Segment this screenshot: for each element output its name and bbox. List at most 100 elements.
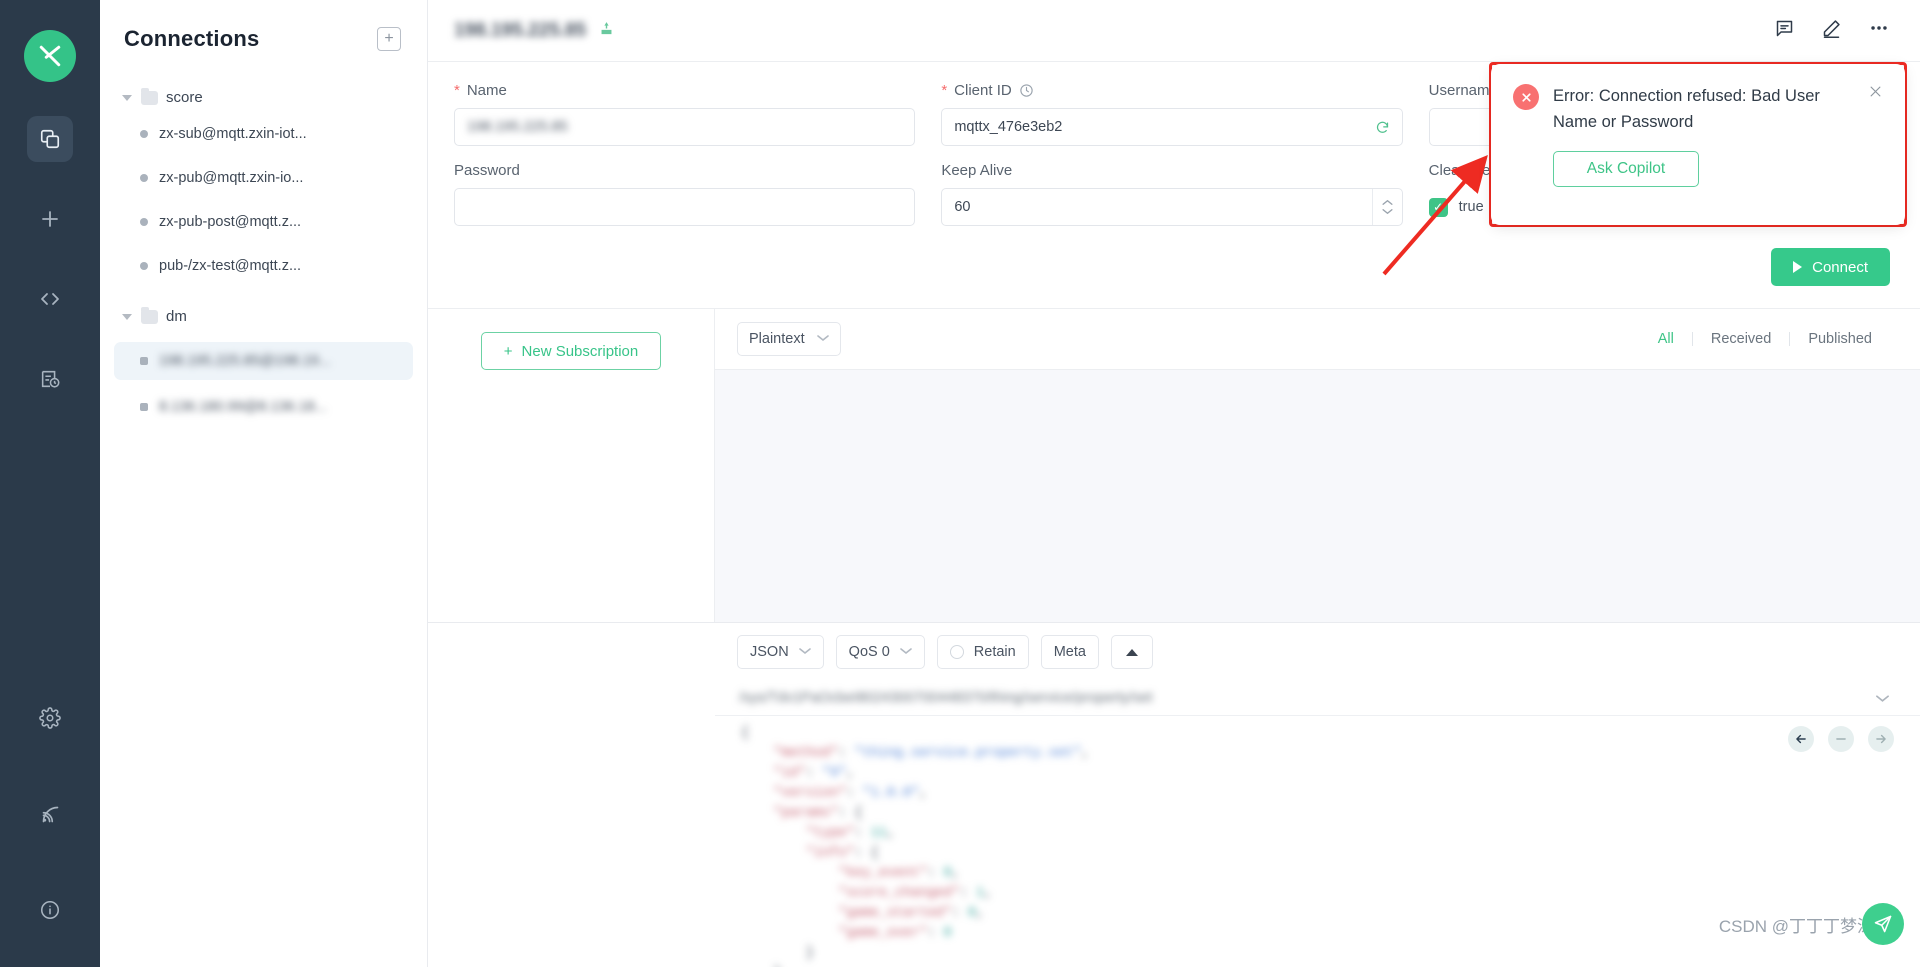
filter-received[interactable]: Received bbox=[1693, 331, 1789, 347]
minus-icon[interactable] bbox=[1828, 726, 1854, 752]
keep-alive-label-row: Keep Alive bbox=[941, 162, 1402, 179]
spinner-arrows-icon[interactable] bbox=[1371, 189, 1402, 225]
connection-group-dm[interactable]: dm bbox=[114, 299, 413, 334]
connections-header: Connections + bbox=[100, 0, 427, 70]
mqttx-logo-icon bbox=[24, 30, 76, 82]
client-id-label-row: * Client ID bbox=[941, 82, 1402, 99]
toast-body: Error: Connection refused: Bad User Name… bbox=[1553, 84, 1883, 207]
clock-icon[interactable] bbox=[1019, 83, 1034, 98]
list-item[interactable]: 8.136.180.99@8.136.18... bbox=[114, 388, 413, 426]
lower-body: + New Subscription Plaintext All Receive… bbox=[428, 309, 1920, 622]
rss-signal-icon[interactable] bbox=[27, 791, 73, 837]
field-password: Password bbox=[454, 162, 916, 226]
connection-name: zx-pub-post@mqtt.z... bbox=[159, 214, 302, 230]
payload-format-value: Plaintext bbox=[749, 331, 805, 347]
keep-alive-value: 60 bbox=[954, 199, 971, 215]
retain-toggle[interactable]: Retain bbox=[936, 635, 1029, 669]
meta-button[interactable]: Meta bbox=[1040, 635, 1099, 669]
plus-square-icon[interactable]: + bbox=[377, 27, 401, 51]
name-input[interactable]: 198.195.225.85 bbox=[454, 108, 916, 146]
pencil-edit-icon[interactable] bbox=[1821, 18, 1842, 44]
messages-panel: Plaintext All Received Published bbox=[715, 309, 1920, 622]
topbar-actions bbox=[1774, 17, 1890, 44]
publish-format-value: JSON bbox=[750, 644, 789, 660]
publish-topic: /sys/Tdv1PaOcbeI8024300700448370/thing/s… bbox=[739, 690, 1153, 706]
mqttx-window: Connections + score zx-sub@mqtt.zxin-iot… bbox=[0, 0, 1920, 967]
status-dot-icon bbox=[140, 130, 148, 138]
meta-label: Meta bbox=[1053, 644, 1086, 660]
password-label-row: Password bbox=[454, 162, 915, 179]
filter-all[interactable]: All bbox=[1640, 331, 1692, 347]
chevron-down-icon bbox=[122, 94, 132, 101]
status-dot-icon bbox=[140, 262, 148, 270]
connection-group-score[interactable]: score bbox=[114, 80, 413, 115]
field-client-id: * Client ID mqttx_476e3eb2 bbox=[941, 82, 1403, 146]
chat-bubble-icon[interactable] bbox=[1774, 18, 1795, 44]
field-keep-alive: Keep Alive 60 bbox=[941, 162, 1403, 226]
sidebar-item-connections[interactable] bbox=[27, 116, 73, 162]
password-input[interactable] bbox=[454, 188, 916, 226]
connect-button-label: Connect bbox=[1812, 258, 1868, 276]
arrow-left-icon[interactable] bbox=[1788, 726, 1814, 752]
publish-topic-row[interactable]: /sys/Tdv1PaOcbeI8024300700448370/thing/s… bbox=[715, 681, 1920, 715]
list-item[interactable]: zx-sub@mqtt.zxin-iot... bbox=[114, 115, 413, 153]
retain-label: Retain bbox=[973, 644, 1016, 660]
connection-title-group: 198.195.225.85 bbox=[454, 20, 615, 42]
required-asterisk: * bbox=[454, 82, 460, 99]
chevron-down-icon[interactable] bbox=[1875, 690, 1890, 706]
sidebar-item-scripts[interactable] bbox=[27, 276, 73, 322]
qos-select[interactable]: QoS 0 bbox=[835, 635, 925, 669]
name-label: Name bbox=[466, 82, 507, 99]
name-label-row: * Name bbox=[454, 82, 915, 99]
group-label: score bbox=[166, 89, 203, 106]
status-dot-icon bbox=[140, 403, 148, 411]
chevron-down-icon bbox=[798, 646, 811, 658]
close-icon[interactable] bbox=[1868, 84, 1883, 104]
connection-name: zx-sub@mqtt.zxin-iot... bbox=[159, 126, 307, 142]
refresh-icon[interactable] bbox=[1375, 120, 1390, 135]
filter-published[interactable]: Published bbox=[1790, 331, 1890, 347]
subscriptions-panel: + New Subscription bbox=[428, 309, 715, 622]
list-item[interactable]: pub-/zx-test@mqtt.z... bbox=[114, 247, 413, 285]
qos-value: QoS 0 bbox=[848, 644, 890, 660]
folder-icon bbox=[141, 87, 158, 105]
error-toast-highlight: Error: Connection refused: Bad User Name… bbox=[1489, 62, 1907, 227]
required-asterisk: * bbox=[941, 82, 948, 99]
new-subscription-button[interactable]: + New Subscription bbox=[481, 332, 661, 370]
chevron-down-icon bbox=[816, 333, 829, 345]
status-dot-icon bbox=[140, 218, 148, 226]
password-label: Password bbox=[454, 162, 520, 179]
gear-icon[interactable] bbox=[27, 695, 73, 741]
ask-copilot-button[interactable]: Ask Copilot bbox=[1553, 151, 1699, 188]
caret-up-icon bbox=[1125, 648, 1138, 656]
ellipsis-icon[interactable] bbox=[1868, 17, 1890, 44]
rail-bottom-group bbox=[27, 645, 73, 967]
payload-format-select[interactable]: Plaintext bbox=[737, 322, 841, 356]
payload-nav-buttons bbox=[1788, 726, 1894, 752]
list-item[interactable]: zx-pub-post@mqtt.z... bbox=[114, 203, 413, 241]
send-paper-plane-icon[interactable] bbox=[1862, 903, 1904, 945]
name-value: 198.195.225.85 bbox=[467, 119, 568, 135]
arrow-right-icon[interactable] bbox=[1868, 726, 1894, 752]
connection-name: zx-pub@mqtt.zxin-io... bbox=[159, 170, 304, 186]
collapse-button[interactable] bbox=[1110, 635, 1153, 669]
radio-icon bbox=[949, 645, 964, 659]
ask-copilot-label: Ask Copilot bbox=[1586, 160, 1666, 178]
list-item[interactable]: 198.195.225.85@198.19... bbox=[114, 342, 413, 380]
client-id-input[interactable]: mqttx_476e3eb2 bbox=[941, 108, 1403, 146]
sidebar-item-log[interactable] bbox=[27, 356, 73, 402]
connections-tree: score zx-sub@mqtt.zxin-iot... zx-pub@mqt… bbox=[100, 70, 427, 432]
sidebar-item-new-connection[interactable] bbox=[27, 196, 73, 242]
publish-format-select[interactable]: JSON bbox=[737, 635, 824, 669]
connect-button[interactable]: Connect bbox=[1771, 248, 1890, 286]
group-label: dm bbox=[166, 308, 187, 325]
list-item[interactable]: zx-pub@mqtt.zxin-io... bbox=[114, 159, 413, 197]
play-icon bbox=[1793, 261, 1803, 273]
error-toast: Error: Connection refused: Bad User Name… bbox=[1491, 64, 1905, 225]
messages-toolbar: Plaintext All Received Published bbox=[715, 309, 1920, 369]
connection-name: 8.136.180.99@8.136.18... bbox=[159, 399, 327, 415]
keep-alive-input[interactable]: 60 bbox=[941, 188, 1403, 226]
info-circle-icon[interactable] bbox=[27, 887, 73, 933]
new-subscription-label: New Subscription bbox=[521, 342, 639, 360]
publish-toolbar: JSON QoS 0 Retain Meta bbox=[715, 623, 1920, 681]
